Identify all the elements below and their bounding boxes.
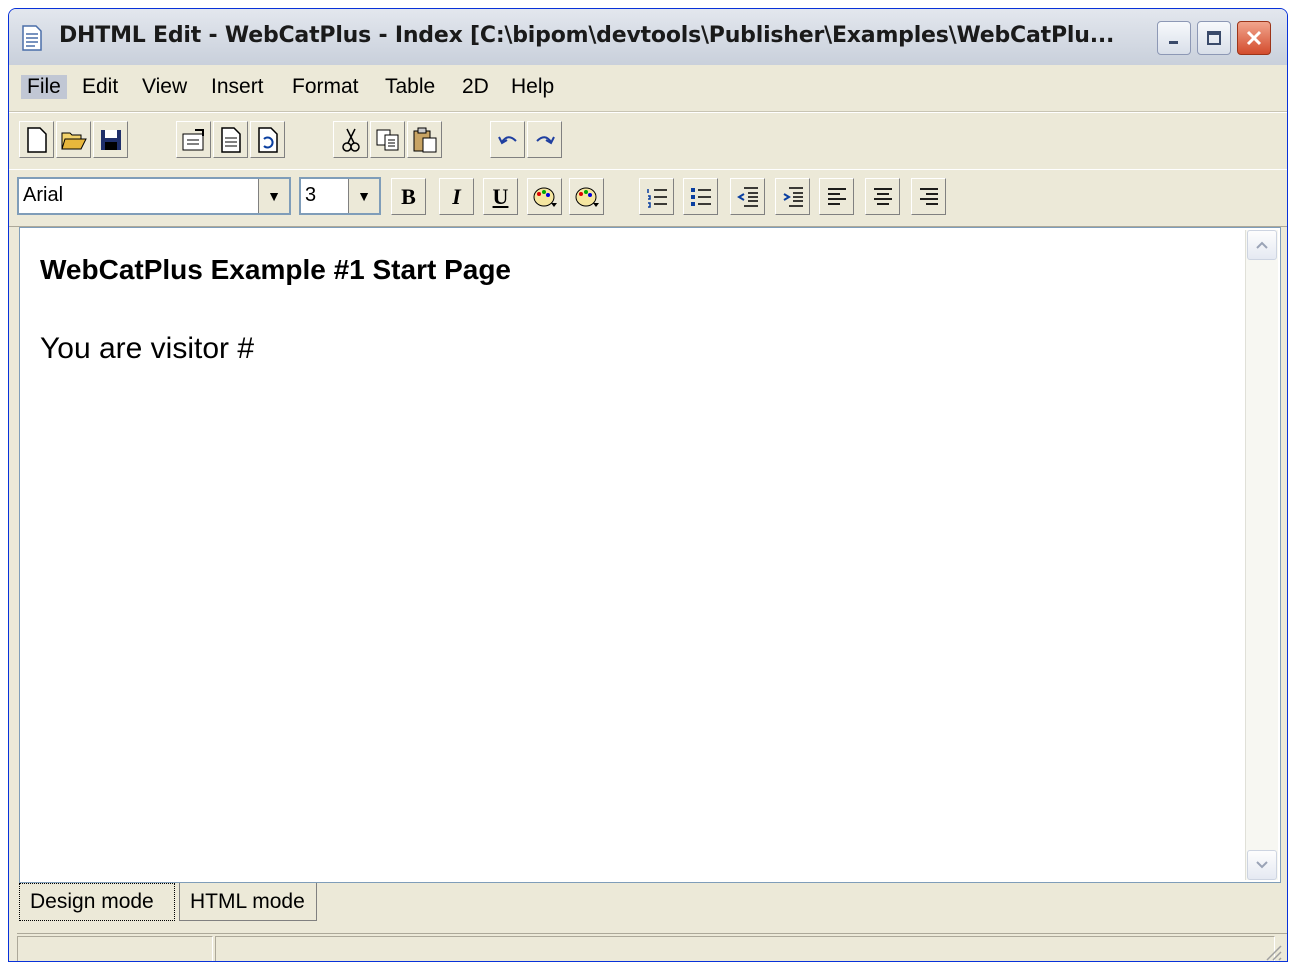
foreground-color-button[interactable] [527,178,562,215]
editor-area[interactable]: WebCatPlus Example #1 Start Page You are… [19,227,1281,883]
close-button[interactable] [1237,21,1271,55]
page-button[interactable] [213,121,248,158]
document-icon [22,25,42,51]
indent-button[interactable] [775,178,810,215]
undo-icon [497,135,517,144]
underline-label: U [492,183,509,209]
minimize-icon [1169,41,1178,44]
bullet-list-button[interactable] [683,178,718,215]
menu-insert[interactable]: Insert [211,75,264,99]
save-icon [100,129,121,150]
palette-icon [575,187,599,207]
status-panel-left [17,936,213,961]
undo-button[interactable] [490,121,525,158]
indent-icon [782,186,803,207]
window-title: DHTML Edit - WebCatPlus - Index [C:\bipo… [59,23,1115,48]
menu-edit[interactable]: Edit [82,75,118,99]
copy-button[interactable] [370,121,405,158]
title-bar[interactable]: DHTML Edit - WebCatPlus - Index [C:\bipo… [9,9,1287,66]
palette-icon [533,187,557,207]
size-select[interactable]: 3 ▼ [299,177,381,215]
standard-toolbar [9,112,1287,170]
page-icon [220,126,241,153]
cut-button[interactable] [333,121,368,158]
chevron-up-icon [1256,241,1268,249]
close-icon [1246,30,1262,46]
scroll-up-button[interactable] [1247,230,1277,260]
align-center-button[interactable] [865,178,900,215]
properties-icon [182,128,204,150]
status-panel-main [215,936,1275,961]
refresh-icon [257,126,278,153]
mode-tabs: Design mode HTML mode [19,883,1287,927]
menu-format[interactable]: Format [292,75,359,99]
paste-icon [413,127,436,152]
copy-icon [376,129,398,150]
font-select[interactable]: Arial ▼ [17,177,291,215]
new-icon [26,126,47,153]
properties-button[interactable] [176,121,211,158]
redo-button[interactable] [527,121,562,158]
bold-label: B [401,183,416,209]
chevron-down-icon[interactable]: ▼ [258,179,289,213]
formatting-toolbar: Arial ▼ 3 ▼ B I U [9,169,1287,227]
open-icon [60,132,87,149]
open-button[interactable] [56,121,91,158]
redo-icon [535,135,555,144]
font-value: Arial [23,184,64,206]
numbered-list-icon [646,188,667,208]
resize-grip-icon[interactable] [1263,942,1283,962]
status-bar [17,933,1287,962]
menu-bar: File Edit View Insert Format Table 2D He… [9,65,1287,112]
menu-view[interactable]: View [142,75,187,99]
save-button[interactable] [93,121,128,158]
bold-button[interactable]: B [391,178,426,215]
chevron-down-icon [1256,861,1268,869]
numbered-list-button[interactable] [639,178,674,215]
scroll-down-button[interactable] [1247,850,1277,880]
italic-label: I [452,183,461,209]
menu-help[interactable]: Help [511,75,554,99]
cut-icon [341,128,360,152]
app-window: DHTML Edit - WebCatPlus - Index [C:\bipo… [8,8,1288,962]
minimize-button[interactable] [1157,21,1191,55]
outdent-button[interactable] [730,178,765,215]
size-value: 3 [305,184,317,206]
align-left-icon [827,187,846,205]
maximize-button[interactable] [1197,21,1231,55]
align-center-icon [873,187,892,205]
menu-file[interactable]: File [21,75,67,99]
background-color-button[interactable] [569,178,604,215]
maximize-icon [1207,31,1221,45]
align-left-button[interactable] [819,178,854,215]
document-text[interactable]: You are visitor # [40,332,254,366]
align-right-icon [919,187,938,205]
menu-table[interactable]: Table [385,75,435,99]
italic-button[interactable]: I [439,178,474,215]
tab-html-mode[interactable]: HTML mode [179,883,317,921]
menu-2d[interactable]: 2D [462,75,489,99]
new-button[interactable] [19,121,54,158]
chevron-down-icon[interactable]: ▼ [348,179,379,213]
tab-design-mode[interactable]: Design mode [19,883,175,921]
underline-button[interactable]: U [483,178,518,215]
document-heading[interactable]: WebCatPlus Example #1 Start Page [40,254,511,286]
paste-button[interactable] [407,121,442,158]
bullet-list-icon [690,187,711,206]
refresh-button[interactable] [250,121,285,158]
vertical-scrollbar[interactable] [1245,230,1278,880]
align-right-button[interactable] [911,178,946,215]
outdent-icon [736,186,758,207]
